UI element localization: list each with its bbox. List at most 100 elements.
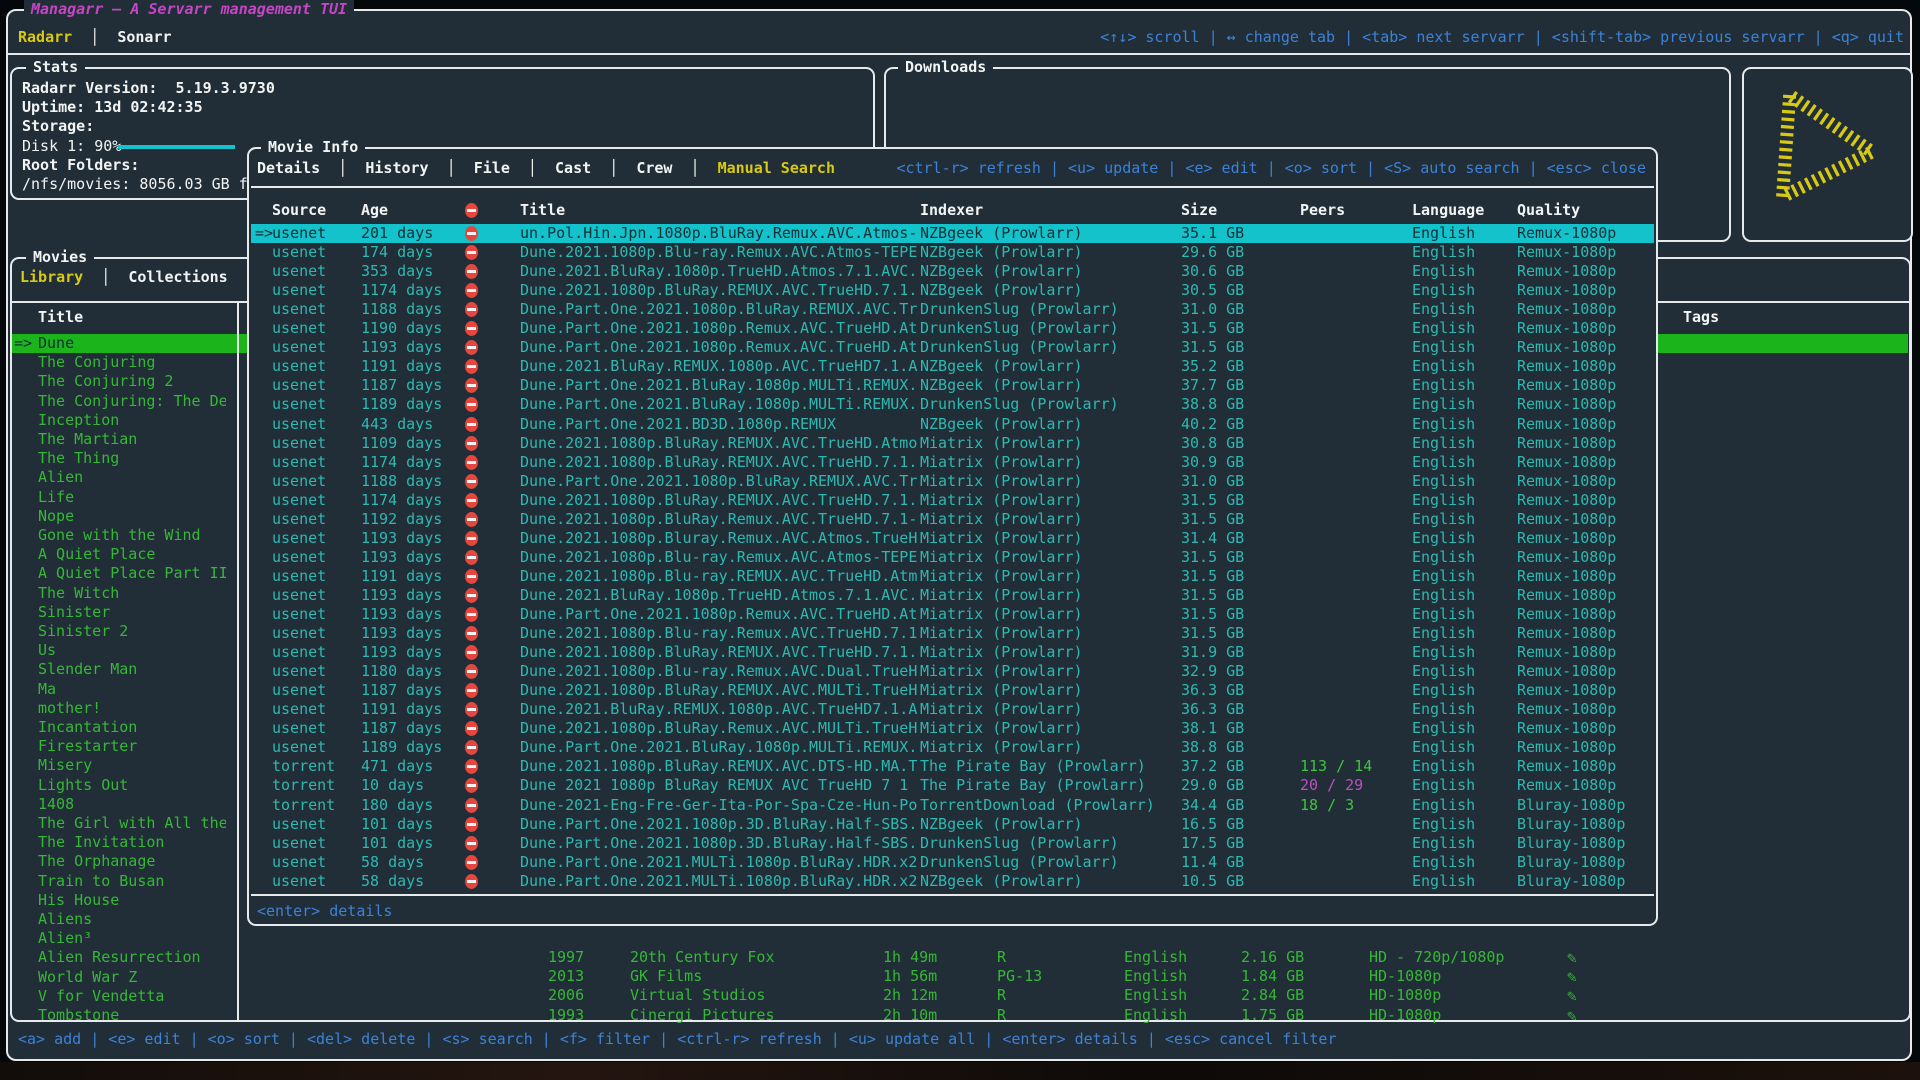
movie-list-item[interactable]: The Orphanage [38,852,226,871]
tab-crew[interactable]: Crew [636,159,672,177]
movie-list-item[interactable]: Inception [38,411,226,430]
search-result-row[interactable]: usenet1187 daysDune.2021.1080p.BluRay.RE… [251,681,1654,700]
tab-history[interactable]: History [365,159,428,177]
search-result-row[interactable]: usenet353 daysDune.2021.BluRay.1080p.Tru… [251,262,1654,281]
cell-indexer: DrunkenSlug (Prowlarr) [920,319,1119,338]
search-result-row[interactable]: usenet1193 daysDune.2021.1080p.Blu-ray.R… [251,548,1654,567]
search-result-row[interactable]: usenet1191 daysDune.2021.1080p.Blu-ray.R… [251,567,1654,586]
search-result-row[interactable]: usenet1191 daysDune.2021.BluRay.REMUX.10… [251,700,1654,719]
tab-manual-search[interactable]: Manual Search [718,159,835,177]
movie-list-item[interactable]: Alien³ [38,929,226,948]
search-result-row[interactable]: usenet1189 daysDune.Part.One.2021.BluRay… [251,395,1654,414]
cell-title: Dune.Part.One.2021.MULTi.1080p.BluRay.HD… [520,872,917,891]
search-result-row[interactable]: usenet443 daysDune.Part.One.2021.BD3D.10… [251,415,1654,434]
search-result-row[interactable]: usenet1174 daysDune.2021.1080p.BluRay.RE… [251,281,1654,300]
search-result-row[interactable]: usenet1192 daysDune.2021.1080p.BluRay.Re… [251,510,1654,529]
search-result-row[interactable]: usenet101 daysDune.Part.One.2021.1080p.3… [251,815,1654,834]
movie-list-item[interactable]: Incantation [38,718,226,737]
movie-list-item[interactable]: The Conjuring 2 [38,372,226,391]
movie-table-row[interactable]: 199720th Century Fox1h 49mREnglish2.16 G… [0,948,1920,967]
search-result-row[interactable]: usenet1174 daysDune.2021.1080p.BluRay.RE… [251,491,1654,510]
search-result-row[interactable]: usenet1193 daysDune.Part.One.2021.1080p.… [251,338,1654,357]
tab-cast[interactable]: Cast [555,159,591,177]
movie-list-item[interactable]: The Witch [38,584,226,603]
movie-list-item[interactable]: The Girl with All the [38,814,226,833]
movie-list-item[interactable]: Lights Out [38,776,226,795]
tab-sonarr[interactable]: Sonarr [117,28,171,46]
search-result-row[interactable]: usenet1188 daysDune.Part.One.2021.1080p.… [251,300,1654,319]
movie-list-item[interactable]: The Invitation [38,833,226,852]
movie-table-row[interactable]: 2013GK Films1h 56mPG-13English1.84 GBHD-… [0,967,1920,986]
movie-list-item[interactable]: mother! [38,699,226,718]
movie-list-item[interactable]: Sinister 2 [38,622,226,641]
movie-info-title: Movie Info [261,138,365,157]
movie-list-item[interactable]: Firestarter [38,737,226,756]
movie-table-row[interactable]: 2006Virtual Studios2h 12mREnglish2.84 GB… [0,986,1920,1005]
search-result-row[interactable]: usenet58 daysDune.Part.One.2021.MULTi.10… [251,872,1654,891]
search-result-row[interactable]: usenet174 daysDune.2021.1080p.Blu-ray.Re… [251,243,1654,262]
search-result-row[interactable]: usenet1191 daysDune.2021.BluRay.REMUX.10… [251,357,1654,376]
search-result-row[interactable]: usenet1187 daysDune.2021.1080p.BluRay.Re… [251,719,1654,738]
movie-list-item[interactable]: Nope [38,507,226,526]
movie-list-item[interactable]: Alien [38,468,226,487]
search-result-row[interactable]: usenet1193 daysDune.Part.One.2021.1080p.… [251,605,1654,624]
tab-library[interactable]: Library [20,268,83,286]
cell-rating: R [997,1006,1006,1025]
search-result-row[interactable]: torrent180 daysDune-2021-Eng-Fre-Ger-Ita… [251,796,1654,815]
cell-size: 16.5 GB [1181,815,1244,834]
movie-list-item[interactable]: Misery [38,756,226,775]
movie-list-item[interactable]: The Conjuring [38,353,226,372]
cell-quality: Remux-1080p [1517,548,1616,567]
search-result-row[interactable]: usenet1193 daysDune.2021.1080p.BluRay.RE… [251,643,1654,662]
search-result-row[interactable]: usenet1180 daysDune.2021.1080p.Blu-ray.R… [251,662,1654,681]
movie-list-item[interactable]: Sinister [38,603,226,622]
movie-list-item[interactable]: A Quiet Place Part II [38,564,226,583]
search-result-row[interactable]: usenet1188 daysDune.Part.One.2021.1080p.… [251,472,1654,491]
movie-list-item[interactable]: Train to Busan [38,872,226,891]
cell-studio: Virtual Studios [630,986,765,1005]
movie-list-item[interactable]: Slender Man [38,660,226,679]
tab-file[interactable]: File [474,159,510,177]
search-result-row[interactable]: torrent10 daysDune 2021 1080p BluRay REM… [251,776,1654,795]
cell-title: Dune.2021.1080p.BluRay.REMUX.AVC.DTS-HD.… [520,757,917,776]
cell-quality: Remux-1080p [1517,453,1616,472]
tab-radarr[interactable]: Radarr [18,28,72,46]
movie-list-item[interactable]: His House [38,891,226,910]
cell-language: English [1412,681,1475,700]
cell-source: usenet [272,834,326,853]
movie-table-row[interactable]: 1993Cinergi Pictures2h 10mREnglish1.75 G… [0,1006,1920,1025]
cell-rating: R [997,986,1006,1005]
movie-list-item[interactable]: Ma [38,680,226,699]
cell-indexer: DrunkenSlug (Prowlarr) [920,395,1119,414]
search-result-row[interactable]: usenet1190 daysDune.Part.One.2021.1080p.… [251,319,1654,338]
movie-list-item[interactable]: Dune [38,334,226,353]
search-result-row[interactable]: torrent471 daysDune.2021.1080p.BluRay.RE… [251,757,1654,776]
search-result-row[interactable]: usenet1109 daysDune.2021.1080p.BluRay.RE… [251,434,1654,453]
search-result-row[interactable]: usenet101 daysDune.Part.One.2021.1080p.3… [251,834,1654,853]
movie-list-item[interactable]: A Quiet Place [38,545,226,564]
movie-list-item[interactable]: The Martian [38,430,226,449]
search-result-row[interactable]: usenet1193 daysDune.2021.BluRay.1080p.Tr… [251,586,1654,605]
movie-list-item[interactable]: The Thing [38,449,226,468]
movie-list-item[interactable]: Gone with the Wind [38,526,226,545]
search-result-row[interactable]: =>usenet201 daysun.Pol.Hin.Jpn.1080p.Blu… [251,224,1654,243]
movie-list-item[interactable]: 1408 [38,795,226,814]
cell-indexer: Miatrix (Prowlarr) [920,453,1083,472]
movie-list-item[interactable]: Aliens [38,910,226,929]
storage-label: Storage: [22,117,94,136]
movie-list-item[interactable]: Us [38,641,226,660]
tab-collections[interactable]: Collections [128,268,227,286]
search-result-row[interactable]: usenet1193 daysDune.2021.1080p.Bluray.Re… [251,529,1654,548]
no-entry-icon [465,264,478,279]
movie-list-item[interactable]: The Conjuring: The Dev [38,392,226,411]
search-result-row[interactable]: usenet1193 daysDune.2021.1080p.Blu-ray.R… [251,624,1654,643]
search-result-row[interactable]: usenet58 daysDune.Part.One.2021.MULTi.10… [251,853,1654,872]
movie-list-item[interactable]: Life [38,488,226,507]
search-result-row[interactable]: usenet1189 daysDune.Part.One.2021.BluRay… [251,738,1654,757]
col-source: Source [272,201,326,220]
cell-language: English [1412,319,1475,338]
tab-details[interactable]: Details [257,159,320,177]
search-result-row[interactable]: usenet1187 daysDune.Part.One.2021.BluRay… [251,376,1654,395]
cell-size: 31.9 GB [1181,643,1244,662]
search-result-row[interactable]: usenet1174 daysDune.2021.1080p.BluRay.RE… [251,453,1654,472]
